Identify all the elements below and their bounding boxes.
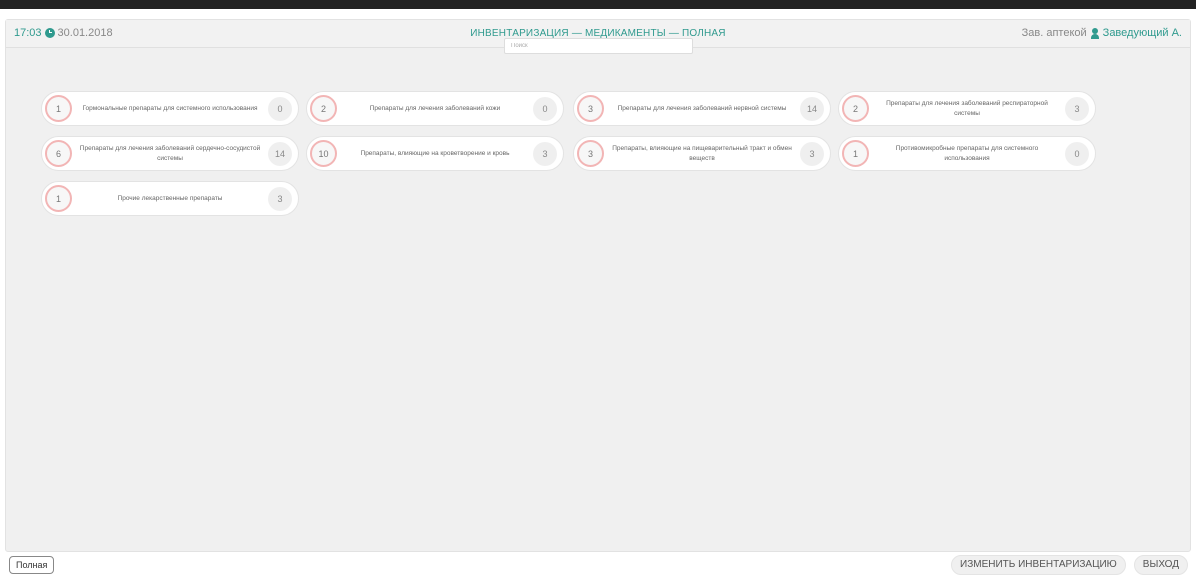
category-count-badge: 2 <box>842 95 869 122</box>
category-label: Препараты для лечения заболеваний респир… <box>886 99 1048 117</box>
category-label: Прочие лекарственные препараты <box>117 194 223 202</box>
change-inventory-button[interactable]: ИЗМЕНИТЬ ИНВЕНТАРИЗАЦИЮ <box>951 555 1126 575</box>
category-label: Препараты для лечения заболеваний кожи <box>369 104 501 112</box>
category-card[interactable]: 3 Препараты, влияющие на пищеварительный… <box>573 136 831 171</box>
category-count-badge: 6 <box>45 140 72 167</box>
category-total-badge: 0 <box>268 96 292 121</box>
user-name[interactable]: Заведующий А. <box>1103 27 1182 39</box>
category-card[interactable]: 1 Противомикробные препараты для системн… <box>838 136 1096 171</box>
category-count-badge: 10 <box>310 140 337 167</box>
category-card[interactable]: 2 Препараты для лечения заболеваний респ… <box>838 91 1096 126</box>
category-card[interactable]: 2 Препараты для лечения заболеваний кожи… <box>306 91 564 126</box>
category-total-badge: 3 <box>533 141 557 166</box>
category-total-badge: 14 <box>268 141 292 166</box>
user-role: Зав. аптекой <box>1021 27 1087 39</box>
category-total-badge: 14 <box>800 96 824 121</box>
category-label: Гормональные препараты для системного ис… <box>82 104 258 112</box>
category-card[interactable]: 10 Препараты, влияющие на кроветворение … <box>306 136 564 171</box>
category-count-badge: 2 <box>310 95 337 122</box>
category-count-badge: 1 <box>45 185 72 212</box>
category-card[interactable]: 1 Прочие лекарственные препараты 3 <box>41 181 299 216</box>
category-card[interactable]: 6 Препараты для лечения заболеваний серд… <box>41 136 299 171</box>
user-info: Зав. аптекой Заведующий А. <box>1022 27 1182 39</box>
category-total-badge: 3 <box>268 186 292 211</box>
category-count-badge: 3 <box>577 140 604 167</box>
user-icon <box>1090 27 1099 39</box>
exit-button[interactable]: ВЫХОД <box>1133 555 1188 575</box>
category-count-badge: 1 <box>842 140 869 167</box>
window-top-bar <box>0 0 1196 9</box>
category-label: Препараты для лечения заболеваний нервно… <box>617 104 787 112</box>
category-label: Препараты для лечения заболеваний сердеч… <box>79 144 261 162</box>
category-card[interactable]: 3 Препараты для лечения заболеваний нерв… <box>573 91 831 126</box>
search-input[interactable] <box>504 38 693 54</box>
category-total-badge: 3 <box>800 141 824 166</box>
inventory-mode-button[interactable]: Полная <box>9 556 55 574</box>
category-total-badge: 0 <box>1065 141 1089 166</box>
category-label: Препараты, влияющие на пищеварительный т… <box>612 144 792 162</box>
category-total-badge: 3 <box>1065 96 1089 121</box>
footer-actions: ИЗМЕНИТЬ ИНВЕНТАРИЗАЦИЮ ВЫХОД <box>951 555 1188 575</box>
category-count-badge: 3 <box>577 95 604 122</box>
category-label: Препараты, влияющие на кроветворение и к… <box>360 149 510 157</box>
category-card[interactable]: 1 Гормональные препараты для системного … <box>41 91 299 126</box>
category-total-badge: 0 <box>533 96 557 121</box>
category-label: Противомикробные препараты для системног… <box>895 144 1039 162</box>
category-count-badge: 1 <box>45 95 72 122</box>
